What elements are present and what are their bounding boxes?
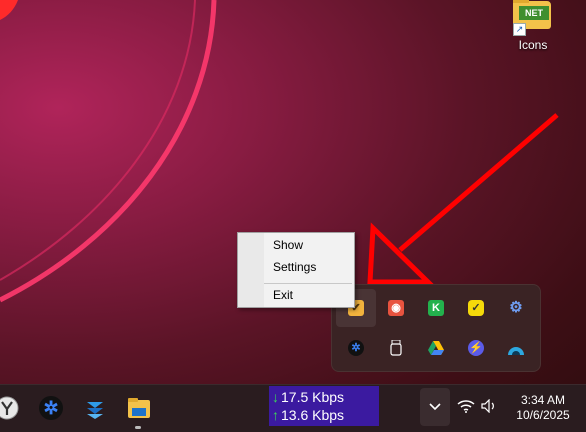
- tray-speed-app[interactable]: ⚡: [456, 329, 496, 367]
- tray-google-drive[interactable]: [416, 329, 456, 367]
- stack-app-icon: [87, 402, 103, 419]
- upload-arrow-icon: ↑: [272, 407, 279, 423]
- yandex-browser-icon: [0, 396, 19, 420]
- download-speed: ↓ 17.5 Kbps: [272, 388, 344, 406]
- menu-item-show[interactable]: Show: [273, 235, 351, 255]
- clock-button[interactable]: 3:34 AM 10/6/2025: [508, 393, 578, 423]
- show-hidden-icons-button[interactable]: [420, 388, 450, 426]
- taskbar-app-stack[interactable]: [80, 393, 110, 423]
- google-drive-icon: [428, 341, 444, 355]
- tray-usb-drive[interactable]: [376, 329, 416, 367]
- taskbar: ✲ ↓ 17.5 Kbps ↑ 13.6 Kbps 3:34 AM 10/6/2…: [0, 384, 586, 432]
- download-arrow-icon: ↓: [272, 389, 279, 405]
- taskbar-app-file-explorer[interactable]: [124, 393, 154, 423]
- usb-drive-icon: [390, 340, 402, 356]
- active-indicator: [135, 426, 141, 429]
- shutter-app-icon: ✲: [39, 396, 63, 420]
- menu-item-settings[interactable]: Settings: [273, 257, 351, 277]
- gear-app-icon: ⚙: [509, 299, 523, 316]
- network-speed-widget[interactable]: ↓ 17.5 Kbps ↑ 13.6 Kbps: [269, 386, 379, 426]
- clock-date: 10/6/2025: [516, 408, 570, 422]
- speaker-icon: [481, 398, 494, 414]
- speed-app-icon: ⚡: [468, 340, 484, 356]
- menu-item-exit[interactable]: Exit: [273, 285, 351, 305]
- tray-gauge-app[interactable]: [496, 329, 536, 367]
- tray-k-app[interactable]: K: [416, 289, 456, 327]
- gauge-app-icon: [508, 347, 524, 355]
- check-circle-app-icon: ✓: [468, 300, 484, 316]
- tray-overflow-popup: ✔ ◉ K ✓ ⚙ ✲ ⚡: [331, 284, 541, 372]
- k-app-icon: K: [428, 300, 444, 316]
- taskbar-app-shutter[interactable]: ✲: [36, 393, 66, 423]
- tray-context-menu: Show Settings Exit: [237, 232, 355, 308]
- tray-check-circle-app[interactable]: ✓: [456, 289, 496, 327]
- clock-time: 3:34 AM: [520, 393, 566, 407]
- volume-button[interactable]: [481, 398, 497, 418]
- taskbar-app-yandex[interactable]: [0, 393, 22, 423]
- record-app-icon: ◉: [388, 300, 404, 316]
- tray-gear-app[interactable]: ⚙: [496, 289, 536, 327]
- upload-speed: ↑ 13.6 Kbps: [272, 406, 344, 424]
- tray-record-app[interactable]: ◉: [376, 289, 416, 327]
- wifi-icon: [457, 400, 475, 413]
- upload-speed-value: 13.6 Kbps: [281, 407, 345, 423]
- wifi-button[interactable]: [457, 399, 475, 418]
- file-explorer-icon: [128, 398, 150, 418]
- menu-gutter: [238, 233, 264, 307]
- download-speed-value: 17.5 Kbps: [281, 389, 345, 405]
- tray-shutter-app[interactable]: ✲: [336, 329, 376, 367]
- menu-separator: [264, 283, 352, 284]
- chevron-down-icon: [429, 403, 441, 411]
- shutter-app-icon: ✲: [348, 340, 364, 356]
